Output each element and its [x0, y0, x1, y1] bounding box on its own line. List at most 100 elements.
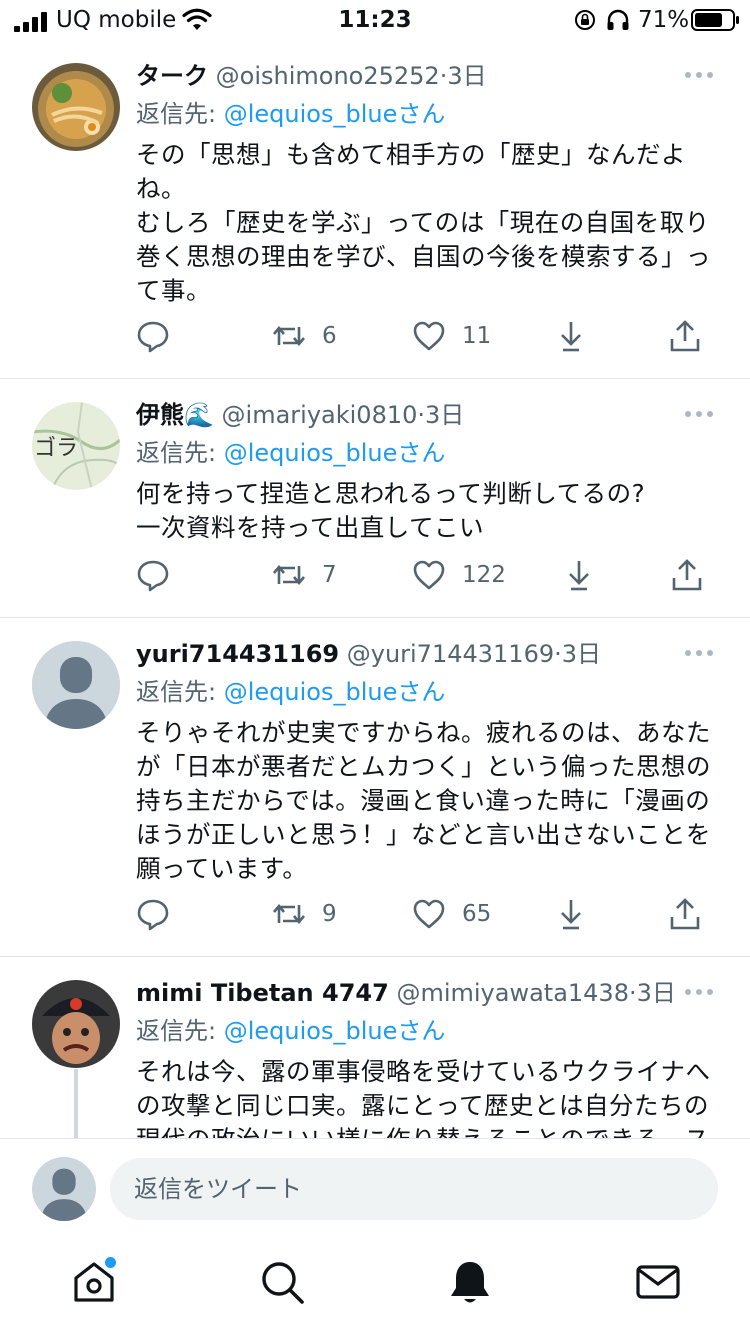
like-button[interactable]: 11	[412, 316, 491, 356]
headphones-icon	[607, 9, 629, 30]
battery-percent: 71%	[638, 7, 690, 33]
mention-suffix: さん	[397, 1017, 446, 1045]
share-icon	[670, 320, 700, 352]
tweet-actions: 6 11	[136, 316, 716, 356]
tweet-text: それは今、露の軍事侵略を受けているウクライナへの攻撃と同じ口実。露にとって歴史と…	[136, 1057, 711, 1138]
avatar[interactable]	[32, 980, 120, 1068]
download-button[interactable]	[554, 316, 588, 356]
avatar[interactable]	[32, 641, 120, 729]
retweet-count: 7	[322, 562, 337, 588]
mention-suffix: さん	[397, 100, 446, 128]
tweet[interactable]: mimi Tibetan 4747 @mimiyawata1438·3日 返信先…	[0, 957, 750, 1138]
retweet-icon	[273, 903, 305, 925]
download-icon	[561, 900, 581, 930]
mention-handle[interactable]: @lequios_blue	[224, 100, 398, 128]
reply-context: 返信先: @lequios_blueさん	[136, 96, 726, 132]
ramen-avatar-image	[32, 63, 120, 151]
retweet-button[interactable]: 7	[272, 555, 337, 595]
own-avatar[interactable]	[32, 1157, 96, 1221]
mail-icon[interactable]	[634, 1258, 682, 1306]
share-button[interactable]	[670, 555, 704, 595]
mention-suffix: さん	[397, 678, 446, 706]
display-name[interactable]: 伊熊🌊	[136, 401, 214, 429]
display-name[interactable]: ターク	[136, 62, 208, 90]
reply-icon	[137, 560, 169, 592]
more-options-icon[interactable]	[684, 987, 714, 997]
tweet-actions: 9 65	[136, 894, 716, 934]
reply-button[interactable]	[136, 894, 170, 934]
separator-dot: ·	[628, 979, 637, 1007]
retweet-button[interactable]: 9	[272, 894, 337, 934]
user-handle[interactable]: @yuri714431169	[347, 640, 554, 668]
heart-icon	[413, 321, 445, 351]
reply-button[interactable]	[136, 555, 170, 595]
share-button[interactable]	[668, 316, 702, 356]
thread-line	[74, 1069, 78, 1138]
caricature-avatar-image	[32, 980, 120, 1068]
mention-handle[interactable]: @lequios_blue	[224, 1017, 398, 1045]
reply-tweet-input[interactable]: 返信をツイート	[110, 1158, 718, 1220]
download-button[interactable]	[562, 555, 596, 595]
download-icon	[561, 322, 581, 352]
default-user-icon	[32, 641, 120, 729]
more-options-icon[interactable]	[684, 648, 714, 658]
more-options-icon[interactable]	[684, 409, 714, 419]
separator-dot: ·	[417, 401, 426, 429]
reply-label: 返信先:	[136, 100, 217, 128]
avatar[interactable]	[32, 63, 120, 151]
timestamp[interactable]: 3日	[425, 401, 464, 429]
share-button[interactable]	[668, 894, 702, 934]
tweet[interactable]: ターク @oishimono25252·3日 返信先: @lequios_blu…	[0, 40, 750, 379]
share-icon	[670, 898, 700, 930]
reply-button[interactable]	[136, 316, 170, 356]
search-icon[interactable]	[258, 1258, 306, 1306]
like-count: 11	[462, 323, 492, 349]
tweet-header: mimi Tibetan 4747 @mimiyawata1438·3日	[136, 975, 726, 1011]
reply-label: 返信先:	[136, 678, 217, 706]
like-count: 65	[462, 901, 492, 927]
heart-icon	[413, 560, 445, 590]
like-count: 122	[462, 562, 506, 588]
reply-mention-link[interactable]: @lequios_blueさん	[224, 1017, 446, 1045]
user-handle[interactable]: @imariyaki0810	[222, 401, 418, 429]
reply-composer: 返信をツイート	[0, 1138, 750, 1239]
user-handle[interactable]: @oishimono25252	[216, 62, 440, 90]
tweet-text: その「思想」も含めて相手方の「歴史」なんだよね。 むしろ「歴史を学ぶ」ってのは「…	[136, 140, 711, 305]
reply-context: 返信先: @lequios_blueさん	[136, 674, 726, 710]
retweet-count: 9	[322, 901, 337, 927]
retweet-button[interactable]: 6	[272, 316, 337, 356]
download-icon	[569, 561, 589, 591]
battery-icon	[691, 9, 739, 31]
more-options-icon[interactable]	[684, 70, 714, 80]
reply-mention-link[interactable]: @lequios_blueさん	[224, 100, 446, 128]
download-button[interactable]	[554, 894, 588, 934]
retweet-icon	[273, 325, 305, 347]
mention-handle[interactable]: @lequios_blue	[224, 678, 398, 706]
tweet-actions: 7 122	[136, 555, 716, 595]
bottom-tab-bar	[0, 1238, 750, 1334]
bell-icon[interactable]	[446, 1258, 494, 1306]
tweet[interactable]: yuri714431169 @yuri714431169·3日 返信先: @le…	[0, 618, 750, 957]
reply-context: 返信先: @lequios_blueさん	[136, 435, 726, 471]
mention-suffix: さん	[397, 439, 446, 467]
tweet[interactable]: ゴラ 伊熊🌊 @imariyaki0810·3日 返信先: @lequios_b…	[0, 379, 750, 618]
reply-icon	[137, 321, 169, 353]
mention-handle[interactable]: @lequios_blue	[224, 439, 398, 467]
like-button[interactable]: 65	[412, 894, 491, 934]
separator-dot: ·	[554, 640, 562, 668]
reply-mention-link[interactable]: @lequios_blueさん	[224, 678, 446, 706]
reply-mention-link[interactable]: @lequios_blueさん	[224, 439, 446, 467]
retweet-count: 6	[322, 323, 337, 349]
like-button[interactable]: 122	[412, 555, 506, 595]
tweet-header: ターク @oishimono25252·3日	[136, 58, 726, 94]
avatar[interactable]: ゴラ	[32, 402, 120, 490]
timestamp[interactable]: 3日	[637, 979, 676, 1007]
reply-context: 返信先: @lequios_blueさん	[136, 1013, 726, 1049]
timestamp[interactable]: 3日	[447, 62, 486, 90]
display-name[interactable]: yuri714431169	[136, 640, 339, 668]
user-handle[interactable]: @mimiyawata1438	[396, 979, 629, 1007]
avatar-label: ゴラ	[34, 436, 79, 461]
timestamp[interactable]: 3日	[562, 640, 601, 668]
display-name[interactable]: mimi Tibetan 4747	[136, 979, 389, 1007]
notification-dot	[103, 1255, 118, 1270]
